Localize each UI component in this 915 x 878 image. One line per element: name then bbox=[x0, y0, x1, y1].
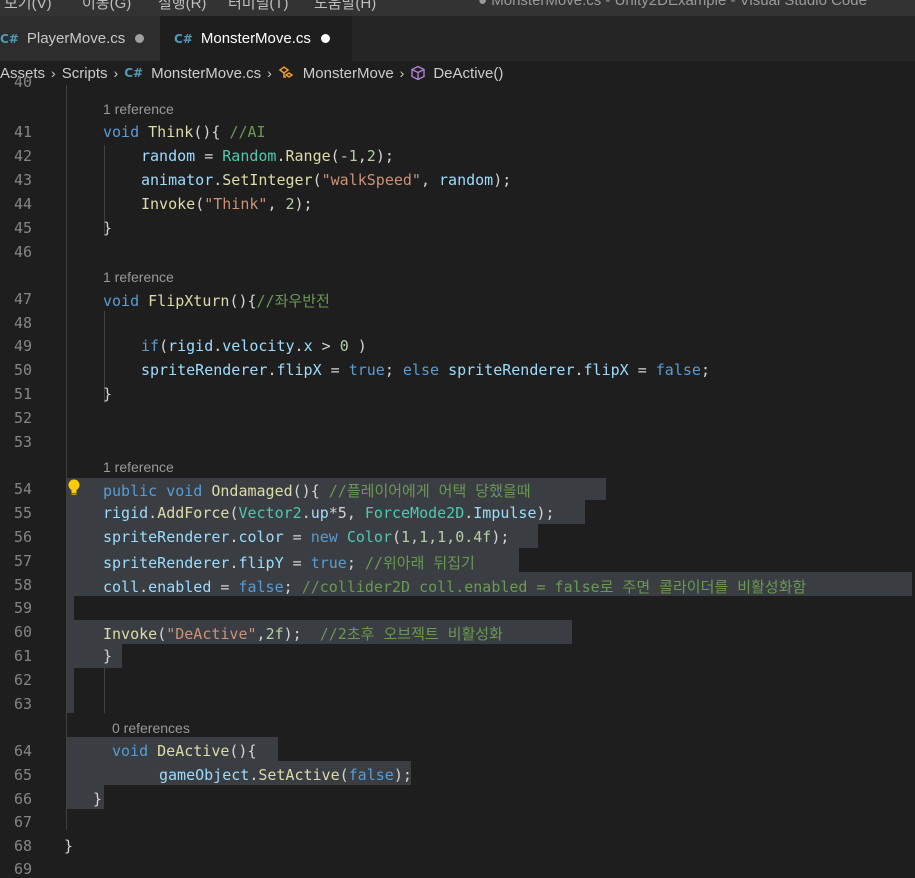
csharp-file-icon: C# bbox=[0, 31, 19, 46]
code-line-51: } bbox=[103, 385, 113, 403]
chevron-right-icon: › bbox=[399, 65, 405, 81]
indent-guide bbox=[66, 85, 67, 830]
breadcrumb-method[interactable]: DeActive() bbox=[433, 65, 503, 82]
line-number: 47 bbox=[13, 290, 32, 308]
breadcrumb-scripts[interactable]: Scripts bbox=[62, 65, 108, 82]
selection-highlight bbox=[66, 596, 74, 620]
line-number: 49 bbox=[13, 337, 32, 355]
class-icon bbox=[278, 65, 296, 81]
unsaved-dot-icon[interactable] bbox=[135, 34, 145, 43]
code-line-45: } bbox=[103, 219, 113, 237]
chevron-right-icon: › bbox=[267, 65, 272, 81]
line-number: 44 bbox=[13, 195, 32, 213]
code-line-47: void FlipXturn(){//좌우반전 bbox=[103, 292, 330, 310]
chevron-right-icon: › bbox=[113, 65, 119, 81]
chevron-right-icon: › bbox=[51, 65, 56, 81]
editor-tabs: C# PlayerMove.cs C# MonsterMove.cs bbox=[0, 16, 915, 61]
lightbulb-icon[interactable] bbox=[66, 478, 82, 502]
tab-playermove[interactable]: C# PlayerMove.cs bbox=[0, 16, 160, 61]
menu-run[interactable]: 실행(R) bbox=[158, 0, 206, 13]
codelens-references[interactable]: 1 reference bbox=[103, 269, 174, 285]
code-line-68: } bbox=[64, 837, 74, 855]
line-number: 58 bbox=[13, 576, 32, 594]
code-line-50: spriteRenderer.flipX = true; else sprite… bbox=[141, 361, 710, 379]
indent-guide bbox=[104, 668, 105, 713]
line-number: 61 bbox=[13, 647, 32, 665]
tab-label: MonsterMove.cs bbox=[200, 30, 311, 47]
selection-highlight bbox=[66, 644, 122, 668]
line-number: 53 bbox=[13, 433, 32, 451]
code-line-44: Invoke("Think", 2); bbox=[141, 195, 313, 213]
breadcrumb: Assets › Scripts › C# MonsterMove.cs › M… bbox=[0, 61, 915, 85]
line-number: 59 bbox=[13, 599, 32, 617]
codelens-references[interactable]: 1 reference bbox=[103, 459, 174, 475]
line-number: 45 bbox=[13, 219, 32, 237]
codelens-references[interactable]: 0 references bbox=[112, 720, 190, 736]
unsaved-dot-icon[interactable] bbox=[320, 34, 330, 43]
window-title: ● MonsterMove.cs - Unity2DExample - Visu… bbox=[478, 0, 867, 9]
line-number: 42 bbox=[13, 147, 32, 165]
menu-bar: 보기(V) 이동(G) 실행(R) 터미널(T) 도움말(H) ● Monste… bbox=[0, 0, 915, 16]
code-line-41: void Think(){ //AI bbox=[103, 123, 266, 141]
code-line-64: void DeActive(){ bbox=[112, 742, 257, 760]
line-number: 52 bbox=[13, 409, 32, 427]
code-line-55: rigid.AddForce(Vector2.up*5, ForceMode2D… bbox=[103, 504, 555, 522]
code-line-57: spriteRenderer.flipY = true; //위아래 뒤집기 bbox=[103, 554, 475, 572]
line-number: 54 bbox=[13, 480, 32, 498]
line-number: 57 bbox=[13, 552, 32, 570]
line-number: 56 bbox=[13, 528, 32, 546]
tab-monstermove[interactable]: C# MonsterMove.cs bbox=[160, 16, 352, 61]
code-line-43: animator.SetInteger("walkSpeed", random)… bbox=[141, 171, 512, 189]
line-number: 65 bbox=[13, 766, 32, 784]
code-line-56: spriteRenderer.color = new Color(1,1,1,0… bbox=[103, 528, 510, 546]
method-cube-icon bbox=[410, 65, 426, 81]
code-line-66: } bbox=[93, 790, 103, 808]
code-line-61: } bbox=[103, 647, 113, 665]
code-line-60: Invoke("DeActive",2f); //2초후 오브젝트 비활성화 bbox=[103, 625, 503, 643]
code-line-42: random = Random.Range(-1,2); bbox=[141, 147, 394, 165]
line-number: 64 bbox=[13, 742, 32, 760]
line-number: 68 bbox=[13, 837, 32, 855]
breadcrumb-file[interactable]: MonsterMove.cs bbox=[151, 65, 261, 82]
code-line-49: if(rigid.velocity.x > 0 ) bbox=[141, 337, 367, 355]
line-number: 41 bbox=[13, 123, 32, 141]
line-number: 40 bbox=[13, 73, 32, 91]
line-number: 63 bbox=[13, 695, 32, 713]
menu-go[interactable]: 이동(G) bbox=[82, 0, 131, 13]
csharp-file-icon: C# bbox=[174, 31, 193, 46]
code-line-54: public void Ondamaged(){ //플레이어에게 어택 당했을… bbox=[103, 482, 531, 500]
code-line-65: gameObject.SetActive(false); bbox=[159, 766, 412, 784]
menu-view[interactable]: 보기(V) bbox=[4, 0, 52, 13]
line-number: 46 bbox=[13, 243, 32, 261]
line-number: 43 bbox=[13, 171, 32, 189]
tab-label: PlayerMove.cs bbox=[26, 30, 126, 47]
menu-terminal[interactable]: 터미널(T) bbox=[228, 0, 289, 13]
line-number: 48 bbox=[13, 314, 32, 332]
line-number: 55 bbox=[13, 504, 32, 522]
line-number: 51 bbox=[13, 385, 32, 403]
line-number: 62 bbox=[13, 671, 32, 689]
breadcrumb-class[interactable]: MonsterMove bbox=[303, 65, 394, 82]
selection-highlight bbox=[66, 668, 74, 713]
code-line-58: coll.enabled = false; //collider2D coll.… bbox=[103, 578, 807, 596]
menu-help[interactable]: 도움말(H) bbox=[314, 0, 376, 13]
codelens-references[interactable]: 1 reference bbox=[103, 101, 174, 117]
code-editor[interactable]: 40 41 42 43 44 45 46 47 48 49 50 51 52 5… bbox=[0, 73, 915, 878]
line-number: 66 bbox=[13, 790, 32, 808]
line-number: 69 bbox=[13, 860, 32, 878]
line-number: 60 bbox=[13, 623, 32, 641]
csharp-file-icon: C# bbox=[124, 66, 144, 80]
line-number: 67 bbox=[13, 813, 32, 831]
line-number: 50 bbox=[13, 361, 32, 379]
